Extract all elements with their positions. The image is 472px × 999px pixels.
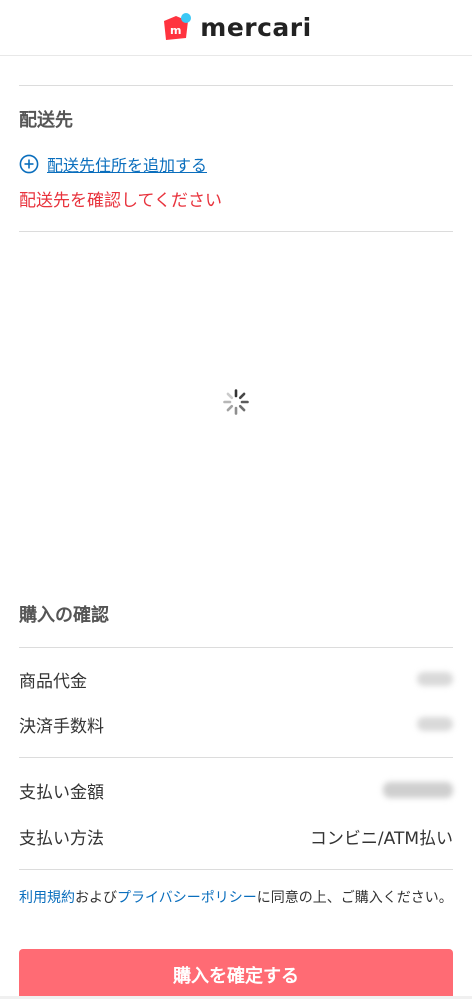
confirm-purchase-button[interactable]: 購入を確定する (19, 949, 453, 999)
purchase-page: m mercari 配送先 配送先住所を追加する 配送先を確認してください 購入… (0, 0, 472, 999)
row-item-price: 商品代金 (19, 665, 453, 693)
mercari-logo-icon: m (160, 12, 192, 44)
app-header: m mercari (0, 0, 472, 56)
privacy-policy-link[interactable]: プライバシーポリシー (117, 890, 257, 906)
row-label: 支払い金額 (19, 782, 104, 803)
divider (19, 231, 453, 232)
divider (19, 647, 453, 648)
divider (19, 757, 453, 758)
blurred-value (417, 717, 453, 731)
payment-method-value[interactable]: コンビニ/ATM払い (310, 824, 453, 849)
logo-text: mercari (200, 13, 312, 42)
terms-text: 利用規約およびプライバシーポリシーに同意の上、ご購入ください。 (19, 890, 453, 906)
shipping-section-title: 配送先 (19, 110, 73, 131)
divider (19, 85, 453, 86)
row-payment-method[interactable]: 支払い方法 コンビニ/ATM払い (19, 822, 453, 850)
shipping-warning: 配送先を確認してください (19, 191, 222, 211)
blurred-value (383, 782, 453, 798)
purchase-section-title: 購入の確認 (19, 605, 109, 626)
row-total: 支払い金額 (19, 776, 453, 804)
plus-circle-icon (19, 154, 39, 174)
row-label: 支払い方法 (19, 828, 104, 849)
row-label: 決済手数料 (19, 716, 104, 737)
row-payment-fee: 決済手数料 (19, 710, 453, 738)
row-label: 商品代金 (19, 671, 87, 692)
spinner-icon (222, 388, 250, 416)
add-address-link[interactable]: 配送先住所を追加する (19, 152, 207, 176)
add-address-label[interactable]: 配送先住所を追加する (47, 152, 207, 176)
blurred-value (417, 672, 453, 686)
terms-link[interactable]: 利用規約 (19, 890, 75, 906)
svg-text:m: m (170, 24, 181, 37)
divider (19, 869, 453, 870)
